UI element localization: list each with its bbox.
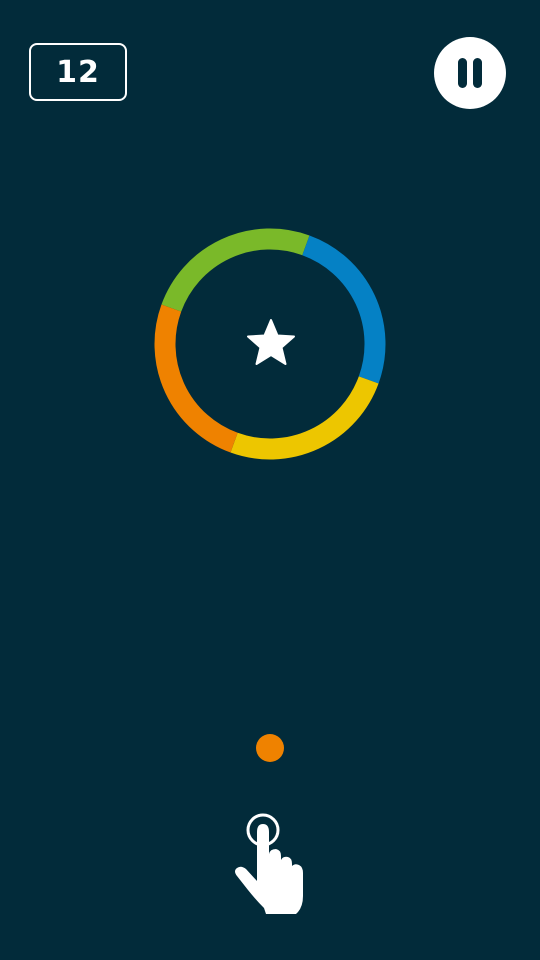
star-icon	[247, 319, 295, 365]
pause-icon-bar-right	[473, 58, 482, 88]
pause-icon-bar-left	[458, 58, 467, 88]
player-ball	[256, 734, 284, 762]
pause-button[interactable]	[434, 37, 506, 109]
ring-segment-orange	[154, 304, 238, 453]
score-value: 12	[56, 54, 100, 90]
ring-segment-green	[161, 228, 310, 312]
score-box: 12	[29, 43, 127, 101]
game-stage[interactable]: 12	[0, 0, 540, 960]
ring-segment-yellow	[230, 376, 379, 460]
tap-hand-icon	[235, 813, 303, 914]
ring-segment-blue	[302, 235, 386, 384]
